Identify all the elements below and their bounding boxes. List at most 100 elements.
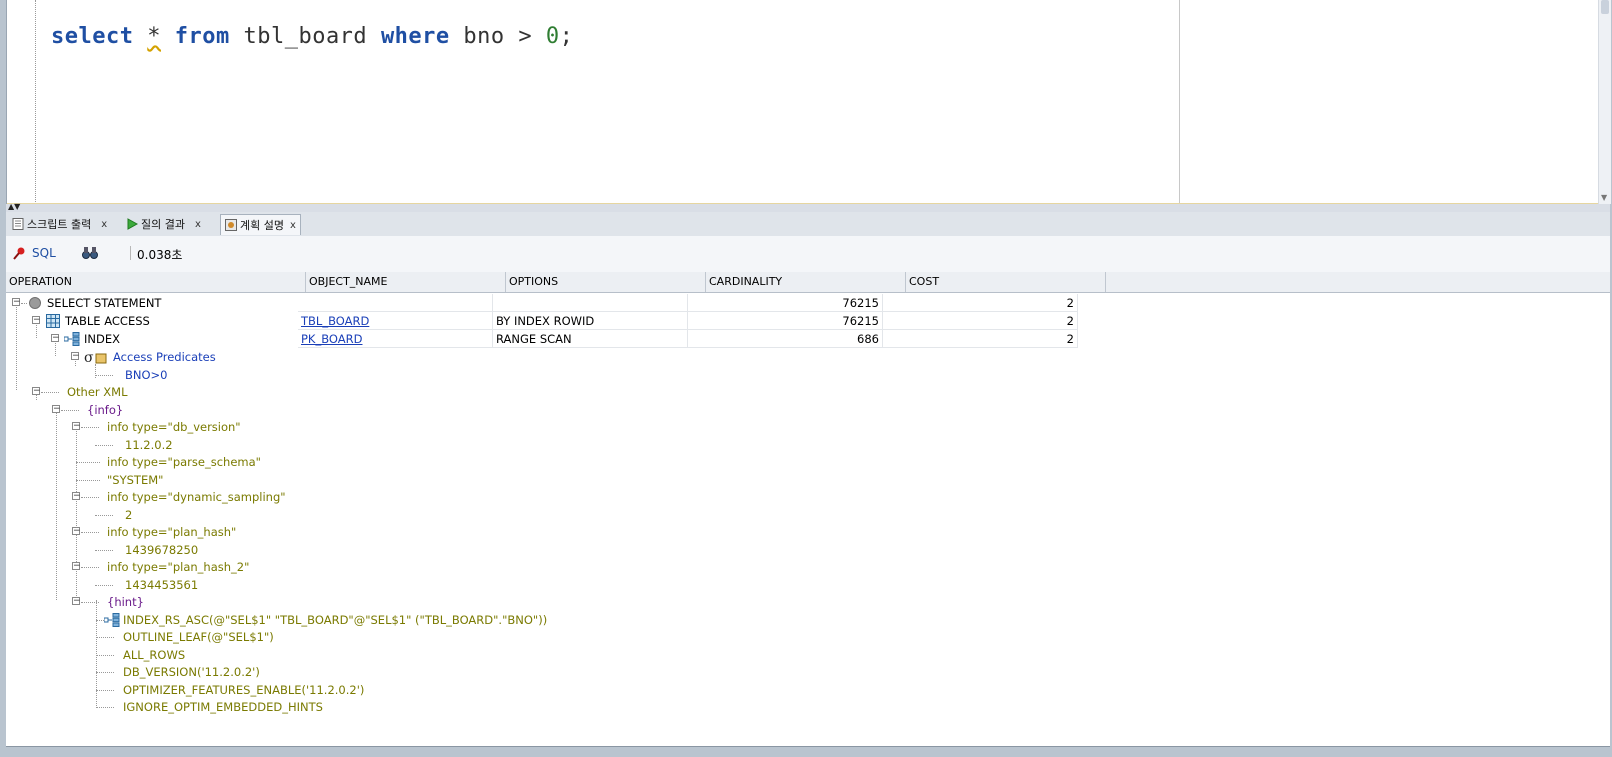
info-value: "SYSTEM"	[107, 473, 164, 487]
pin-icon	[13, 247, 25, 260]
explain-plan-grid: OPERATION OBJECT_NAME OPTIONS CARDINALIT…	[6, 272, 1610, 747]
find-button[interactable]	[82, 246, 98, 260]
column-header-operation[interactable]: OPERATION	[6, 272, 306, 292]
tree-line	[81, 532, 99, 533]
tree-line	[95, 445, 113, 446]
splitter-arrows-icon[interactable]: ▲▼	[8, 202, 20, 211]
collapse-icon[interactable]: −	[71, 352, 80, 361]
info-value: 1434453561	[125, 578, 199, 592]
collapse-icon[interactable]: −	[72, 597, 81, 606]
info-plan-hash-2-node[interactable]: − info type="plan_hash_2"	[6, 558, 1610, 576]
elapsed-time: 0.038초	[137, 248, 183, 262]
tab-script-output[interactable]: 스크립트 출력 x	[8, 214, 111, 234]
tree-line	[76, 462, 100, 463]
tree-line	[96, 620, 104, 621]
hint-item: DB_VERSION('11.2.0.2')	[6, 663, 1610, 681]
column-header-options[interactable]: OPTIONS	[506, 272, 706, 292]
info-plan-hash-node[interactable]: − info type="plan_hash"	[6, 523, 1610, 541]
close-icon[interactable]: x	[101, 219, 107, 230]
token-table: tbl_board	[243, 24, 368, 49]
binoculars-icon	[82, 247, 98, 259]
column-header-object-name[interactable]: OBJECT_NAME	[306, 272, 506, 292]
tree-line	[81, 497, 99, 498]
info-value-row: 2	[6, 506, 1610, 524]
hint-text: INDEX_RS_ASC(@"SEL$1" "TBL_BOARD"@"SEL$1…	[123, 613, 548, 627]
tree-line	[81, 567, 99, 568]
info-value: 1439678250	[125, 543, 199, 557]
scroll-down-arrow-icon[interactable]: ▼	[1601, 193, 1607, 202]
collapse-icon[interactable]: −	[32, 387, 41, 396]
object-name-link[interactable]: PK_BOARD	[298, 330, 493, 348]
tree-line	[61, 410, 79, 411]
close-icon[interactable]: x	[290, 220, 296, 231]
panel-splitter[interactable]: ▲▼	[6, 202, 1610, 212]
tab-query-result[interactable]: 질의 결과 x	[122, 214, 205, 234]
info-node[interactable]: − {info}	[6, 401, 1610, 419]
table-row[interactable]: − INDEX PK_BOARD RANGE SCAN 686 2	[6, 330, 1610, 348]
tree-line	[96, 672, 114, 673]
sql-button[interactable]: SQL	[12, 246, 56, 260]
options-cell	[493, 294, 688, 312]
script-output-icon	[12, 218, 24, 230]
info-label: {info}	[87, 403, 124, 417]
sql-editor[interactable]: select * from tbl_board where bno > 0; ▼	[6, 0, 1611, 204]
explain-plan-icon	[225, 219, 237, 231]
tab-explain-plan[interactable]: 계획 설명 x	[220, 214, 301, 235]
column-header-cardinality[interactable]: CARDINALITY	[706, 272, 906, 292]
plan-toolbar: SQL 0.038초	[6, 236, 1610, 273]
cost-cell: 2	[883, 294, 1078, 312]
toolbar-separator	[130, 246, 131, 260]
collapse-icon[interactable]: −	[72, 422, 81, 431]
table-row[interactable]: − TABLE ACCESS TBL_BOARD BY INDEX ROWID …	[6, 312, 1610, 330]
info-db-version-node[interactable]: − info type="db_version"	[6, 418, 1610, 436]
cardinality-cell: 686	[688, 330, 883, 348]
info-parse-schema-node: info type="parse_schema"	[6, 453, 1610, 471]
hint-node[interactable]: − {hint}	[6, 593, 1610, 611]
keyword-where: where	[380, 24, 450, 49]
hint-item: IGNORE_OPTIM_EMBEDDED_HINTS	[6, 698, 1610, 716]
collapse-icon[interactable]: −	[72, 527, 81, 536]
options-cell: BY INDEX ROWID	[493, 312, 688, 330]
collapse-icon[interactable]: −	[51, 334, 60, 343]
tab-label: 계획 설명	[240, 219, 284, 232]
index-icon	[104, 613, 120, 627]
tree-line	[96, 690, 114, 691]
operation-cell: TABLE ACCESS	[65, 314, 150, 328]
other-xml-label: Other XML	[67, 385, 128, 399]
info-value-row: 11.2.0.2	[6, 436, 1610, 454]
info-label: info type="db_version"	[107, 420, 241, 434]
hint-item: INDEX_RS_ASC(@"SEL$1" "TBL_BOARD"@"SEL$1…	[6, 611, 1610, 629]
tree-line	[21, 303, 27, 304]
editor-gutter	[7, 0, 36, 204]
tree-line	[95, 585, 113, 586]
sigma-filter-icon: σ	[84, 350, 107, 364]
sql-label: SQL	[32, 246, 56, 260]
tree-line	[96, 655, 114, 656]
sql-statement-line[interactable]: select * from tbl_board where bno > 0;	[51, 24, 573, 49]
object-name-cell	[298, 294, 493, 312]
other-xml-node[interactable]: − Other XML	[6, 383, 1610, 401]
close-icon[interactable]: x	[195, 219, 201, 230]
collapse-icon[interactable]: −	[52, 405, 61, 414]
info-dynamic-sampling-node[interactable]: − info type="dynamic_sampling"	[6, 488, 1610, 506]
hint-text: ALL_ROWS	[123, 648, 186, 662]
info-label: info type="plan_hash_2"	[107, 560, 250, 574]
tree-line	[41, 392, 59, 393]
predicates-node[interactable]: − σ Access Predicates	[6, 348, 1610, 366]
scrollbar-thumb[interactable]	[1601, 0, 1609, 14]
svg-text:σ: σ	[84, 350, 94, 364]
collapse-icon[interactable]: −	[12, 298, 21, 307]
column-header-cost[interactable]: COST	[906, 272, 1106, 292]
tree-line	[95, 550, 113, 551]
table-row[interactable]: − SELECT STATEMENT 76215 2	[6, 294, 1610, 312]
collapse-icon[interactable]: −	[72, 492, 81, 501]
hint-text: OUTLINE_LEAF(@"SEL$1")	[123, 630, 274, 644]
object-name-link[interactable]: TBL_BOARD	[298, 312, 493, 330]
tree-line	[96, 707, 114, 708]
collapse-icon[interactable]: −	[32, 316, 41, 325]
collapse-icon[interactable]: −	[72, 562, 81, 571]
token-column: bno	[463, 24, 505, 49]
table-icon	[46, 314, 60, 328]
select-statement-icon	[29, 297, 41, 309]
editor-vertical-scrollbar[interactable]: ▼	[1598, 0, 1611, 204]
